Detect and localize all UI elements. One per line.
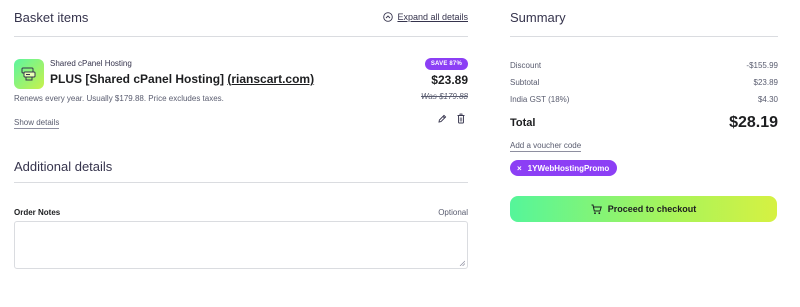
item-actions [437, 113, 466, 124]
optional-label: Optional [438, 208, 468, 217]
cart-icon [591, 204, 602, 214]
basket-item: Shared cPanel Hosting PLUS [Shared cPane… [14, 37, 468, 132]
item-original-price: Was $179.88 [421, 92, 468, 101]
promo-code-label: 1YWebHostingPromo [527, 163, 610, 173]
product-name-plan: PLUS [Shared cPanel Hosting] [50, 72, 228, 86]
summary-header: Summary [510, 0, 778, 37]
summary-title: Summary [510, 10, 566, 25]
summary-row-value: -$155.99 [746, 61, 778, 70]
resize-grip-icon[interactable] [459, 260, 465, 266]
product-name: PLUS [Shared cPanel Hosting] (rianscart.… [50, 72, 314, 86]
order-notes-textarea[interactable] [14, 221, 468, 269]
summary-row-tax: India GST (18%) $4.30 [510, 95, 778, 104]
additional-details-section: Additional details Order Notes Optional [14, 150, 468, 269]
proceed-to-checkout-button[interactable]: Proceed to checkout [510, 196, 777, 222]
hosting-product-icon [14, 59, 44, 89]
summary-section: Summary Discount -$155.99 Subtotal $23.8… [510, 0, 778, 222]
summary-row-value: $23.89 [753, 78, 778, 87]
edit-icon[interactable] [437, 113, 447, 124]
expand-all-details-button[interactable]: Expand all details [383, 12, 468, 22]
server-icon [21, 67, 36, 81]
summary-row-subtotal: Subtotal $23.89 [510, 78, 778, 87]
expand-all-details-label: Expand all details [397, 12, 468, 22]
additional-details-header: Additional details [14, 150, 468, 183]
total-value: $28.19 [729, 114, 778, 131]
summary-row-label: Subtotal [510, 78, 540, 87]
additional-details-title: Additional details [14, 159, 113, 174]
total-label: Total [510, 117, 536, 129]
promo-code-chip: × 1YWebHostingPromo [510, 160, 618, 176]
checkout-label: Proceed to checkout [607, 204, 697, 214]
chevron-circle-icon [383, 12, 394, 22]
product-domain: (rianscart.com) [227, 72, 315, 86]
checkout-page: Basket items Expand all details Shared c… [0, 0, 800, 307]
summary-row-value: $4.30 [757, 95, 778, 104]
renewal-info: Renews every year. Usually $179.88. Pric… [14, 94, 224, 103]
order-notes-label: Order Notes [14, 208, 61, 217]
remove-promo-icon[interactable]: × [517, 164, 522, 173]
show-details-link[interactable]: Show details [14, 118, 60, 129]
basket-title: Basket items [14, 10, 89, 25]
add-voucher-link[interactable]: Add a voucher code [510, 141, 582, 152]
trash-icon[interactable] [456, 113, 466, 124]
basket-section: Basket items Expand all details Shared c… [14, 0, 468, 132]
product-category: Shared cPanel Hosting [50, 59, 132, 68]
summary-row-label: Discount [510, 61, 542, 70]
basket-header: Basket items Expand all details [14, 0, 468, 37]
summary-row-discount: Discount -$155.99 [510, 61, 778, 70]
item-price: $23.89 [431, 73, 468, 87]
discount-badge: SAVE 87% [424, 58, 468, 70]
summary-row-label: India GST (18%) [510, 95, 570, 104]
